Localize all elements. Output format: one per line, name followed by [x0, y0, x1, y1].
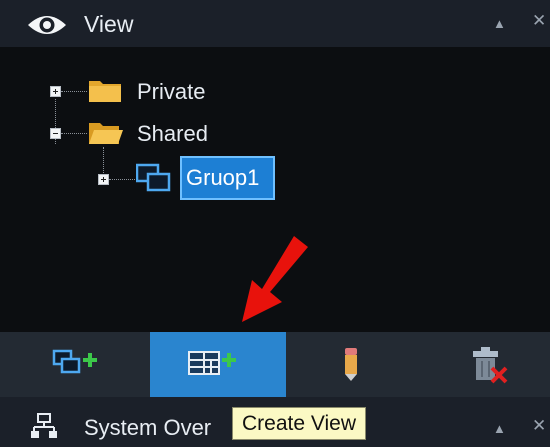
- add-group-button[interactable]: [0, 332, 150, 397]
- delete-button[interactable]: [416, 332, 550, 397]
- view-toolbar: [0, 332, 550, 397]
- folder-open-icon: [89, 123, 123, 144]
- annotation-arrow-icon: [242, 236, 308, 322]
- view-panel-header[interactable]: View ▲ ✕: [0, 0, 550, 47]
- collapse-icon[interactable]: ▲: [493, 421, 506, 436]
- delete-icon: [473, 347, 508, 384]
- expand-icon[interactable]: [98, 174, 109, 185]
- group-windows-icon: [136, 163, 171, 192]
- folder-closed-icon: [89, 81, 121, 102]
- close-icon[interactable]: ✕: [532, 11, 546, 31]
- eye-icon: [28, 16, 66, 34]
- expand-icon[interactable]: [50, 86, 61, 97]
- pencil-icon: [345, 348, 357, 381]
- create-view-icon: [188, 351, 236, 375]
- rename-button[interactable]: [286, 332, 416, 397]
- system-overview-title: System Over: [84, 415, 212, 440]
- tree-item-label: Private: [137, 79, 206, 104]
- tree-item-label: Shared: [137, 121, 208, 146]
- add-group-icon: [52, 349, 97, 374]
- create-view-tooltip: Create View: [232, 407, 367, 440]
- close-icon[interactable]: ✕: [532, 416, 546, 436]
- network-icon: [31, 413, 57, 438]
- view-panel: View ▲ ✕ Private Shared Gruop1 System Ov…: [0, 0, 550, 447]
- collapse-icon[interactable]: ▲: [493, 16, 506, 31]
- create-view-button[interactable]: [150, 332, 286, 397]
- tree-item-selected-label[interactable]: Gruop1: [180, 156, 275, 200]
- collapse-tree-icon[interactable]: [50, 128, 61, 139]
- view-panel-title: View: [84, 11, 134, 37]
